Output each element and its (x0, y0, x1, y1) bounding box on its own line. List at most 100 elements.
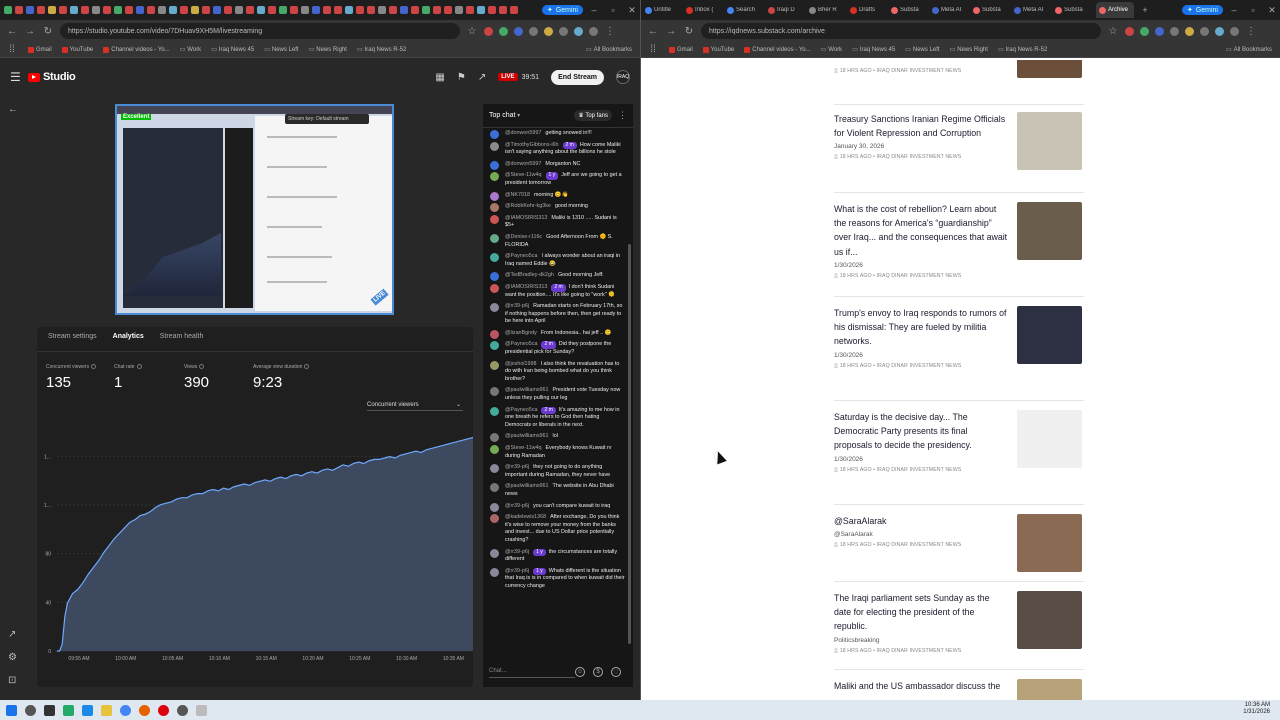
tab-favicon[interactable] (433, 6, 441, 14)
tab-favicon[interactable] (422, 6, 430, 14)
chat-author[interactable]: @rr39-p6j (505, 549, 529, 555)
chrome-icon[interactable] (120, 704, 131, 716)
close-icon[interactable]: ✕ (1264, 5, 1280, 16)
post-title[interactable]: The Iraqi parliament sets Sunday as the … (834, 591, 1008, 634)
chat-message[interactable]: @rr39-p6j 1 y Whats different is the situa… (483, 566, 629, 593)
browser-tab[interactable]: Substa (891, 6, 929, 14)
feedback-icon[interactable]: ⊡ (8, 675, 16, 686)
post-item[interactable]: What is the cost of rebellion? Learn abo… (834, 202, 1084, 280)
help-icon[interactable] (91, 364, 97, 370)
chat-author[interactable]: @rr39-p6j (505, 303, 529, 309)
chat-author[interactable]: @rr39-p6j (505, 568, 529, 574)
chat-message[interactable]: @TedBradley-dk2gh Good morning Jeff. (483, 270, 629, 282)
tab-favicon[interactable] (499, 6, 507, 14)
browser-tab[interactable]: Inbox ( (686, 6, 724, 14)
app-icon[interactable] (63, 704, 74, 716)
tab-favicon[interactable] (70, 6, 78, 14)
bookmark-folder-work[interactable]: ▭ Work (180, 46, 202, 54)
post-item[interactable]: Trump's envoy to Iraq responds to rumors… (834, 306, 1084, 370)
chat-message[interactable]: @rr39-p6j Ramadan starts on February 17th… (483, 301, 629, 328)
all-bookmarks[interactable]: ▭ All Bookmarks (1226, 46, 1272, 54)
chat-message[interactable]: @rr39-p6j you can't compare kuwait to ira… (483, 501, 629, 513)
bookmark-youtube[interactable]: YouTube (61, 46, 93, 53)
tab-favicon[interactable] (268, 6, 276, 14)
post-title[interactable]: Treasury Sanctions Iranian Regime Offici… (834, 112, 1008, 140)
tab-favicon[interactable] (136, 6, 144, 14)
end-stream-button[interactable]: End Stream (551, 69, 604, 85)
chat-avatar[interactable] (490, 253, 499, 263)
extension-icon[interactable] (499, 26, 508, 36)
post-title[interactable]: Maliki and the US ambassador discuss the (834, 679, 1008, 693)
tab-favicon[interactable] (345, 6, 353, 14)
menu-kebab-icon[interactable]: ⋮ (604, 26, 616, 37)
post-thumbnail[interactable] (1017, 410, 1082, 468)
forward-icon[interactable]: → (665, 26, 677, 37)
tab-favicon[interactable] (26, 6, 34, 14)
chat-mode-select[interactable]: Top chat (489, 112, 520, 119)
tab-favicon[interactable] (444, 6, 452, 14)
chat-author[interactable]: @IAMOSIRIS313 (505, 215, 547, 221)
chat-avatar[interactable] (490, 272, 499, 282)
edge-icon[interactable] (82, 704, 93, 716)
chat-avatar[interactable] (490, 483, 499, 493)
task-view-icon[interactable] (44, 704, 55, 716)
tab-favicon[interactable] (103, 6, 111, 14)
close-icon[interactable]: ✕ (624, 5, 640, 16)
apps-icon[interactable]: ⁞⁞ (6, 44, 18, 55)
url-input[interactable]: https://studio.youtube.com/video/7DHuav9… (60, 23, 460, 39)
bookmark-folder-iraq-news-45[interactable]: ▭ Iraq News 45 (211, 46, 254, 54)
calendar-icon[interactable]: ▦ (435, 72, 444, 83)
extension-icon[interactable] (1140, 26, 1149, 36)
tab-favicon[interactable] (15, 6, 23, 14)
post-title[interactable]: Saturday is the decisive day... The Demo… (834, 410, 1008, 453)
chat-author[interactable]: @IAMOSIRIS313 (505, 284, 547, 290)
chat-message[interactable]: @Denise-r116c Good Afternoon From 🌞 S. FL… (483, 232, 629, 251)
system-clock[interactable]: 10:36 AM 1/31/2026 (1243, 702, 1270, 716)
chat-author[interactable]: @Steve-11w4q (505, 172, 542, 178)
chat-message-list[interactable]: @donwon5997 getting snowed in!!! @TimothyG… (483, 128, 629, 658)
chat-avatar[interactable] (490, 514, 499, 524)
browser-tab[interactable]: Untitle (645, 6, 683, 14)
maximize-icon[interactable]: ▫ (605, 5, 621, 15)
chat-message[interactable]: @Payneo5ca 2 m Did they postpone the presi… (483, 339, 629, 358)
heart-icon[interactable]: ♡ (611, 667, 621, 677)
stream-preview[interactable]: Excellent Stream key: Default stream LIV… (115, 104, 394, 315)
chat-avatar[interactable] (490, 191, 499, 201)
avatar[interactable]: IRAQ (616, 70, 630, 84)
chat-scrollbar[interactable] (628, 244, 631, 644)
chat-author[interactable]: @kadelewis1368 (505, 514, 546, 520)
chat-author[interactable]: @TedBradley-dk2gh (505, 272, 554, 278)
chat-message[interactable]: @Steve-11w4q 1 y Jeff are we going to get … (483, 170, 629, 189)
tab-favicon[interactable] (367, 6, 375, 14)
extension-icon[interactable] (1200, 26, 1209, 36)
chat-input[interactable]: Chat... (489, 666, 575, 678)
chat-author[interactable]: @rr39-p6j (505, 503, 529, 509)
extension-icon[interactable] (574, 26, 583, 36)
help-icon[interactable] (304, 364, 310, 370)
chat-avatar[interactable] (490, 214, 499, 224)
firefox-icon[interactable] (139, 704, 150, 716)
super-chat-icon[interactable]: $ (593, 667, 603, 677)
forward-icon[interactable]: → (24, 26, 36, 37)
gemini-button[interactable]: ✦ Gemini (541, 5, 583, 15)
chat-avatar[interactable] (490, 233, 499, 243)
bookmark-folder-news-left[interactable]: ▭ News Left (264, 46, 298, 54)
browser-tab[interactable]: Substa (1055, 6, 1093, 14)
bookmark-gmail[interactable]: Gmail (28, 46, 52, 53)
tab-favicon[interactable] (147, 6, 155, 14)
chat-author[interactable]: @donwon5997 (505, 130, 541, 136)
post-title[interactable]: What is the cost of rebellion? Learn abo… (834, 202, 1008, 259)
tab-favicon[interactable] (37, 6, 45, 14)
browser-tab[interactable]: Meta AI (1014, 6, 1052, 14)
tab-favicon[interactable] (92, 6, 100, 14)
stream-key-select[interactable]: Stream key: Default stream (285, 114, 369, 124)
chat-avatar[interactable] (490, 172, 499, 182)
tab-favicon[interactable] (81, 6, 89, 14)
chat-author[interactable]: @donwon5997 (505, 161, 541, 167)
bookmark-folder-work[interactable]: ▭ Work (821, 46, 843, 54)
tab-favicon[interactable] (4, 6, 12, 14)
post-item[interactable]: The Iraqi parliament sets Sunday as the … (834, 591, 1084, 655)
tab-favicon[interactable] (510, 6, 518, 14)
tab-favicon[interactable] (158, 6, 166, 14)
maximize-icon[interactable]: ▫ (1245, 5, 1261, 15)
